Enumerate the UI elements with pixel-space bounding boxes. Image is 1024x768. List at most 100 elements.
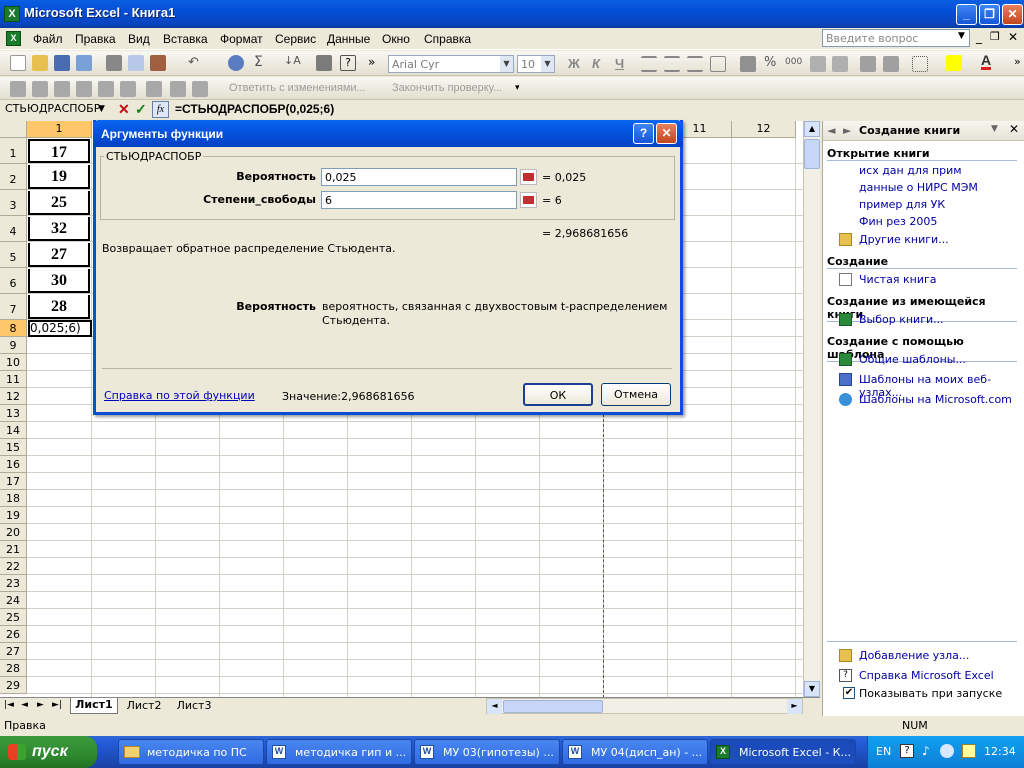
row-header[interactable]: 7 bbox=[0, 294, 27, 320]
review-icon-5[interactable] bbox=[98, 81, 114, 97]
cancel-formula-button[interactable]: ✕ bbox=[118, 101, 130, 118]
increase-indent-icon[interactable] bbox=[883, 56, 899, 72]
recent-file-1[interactable]: исх дан для прим bbox=[859, 164, 962, 177]
row-header[interactable]: 9 bbox=[0, 337, 27, 354]
taskbar-button-4[interactable]: МУ 04(дисп_ан) - ... bbox=[562, 739, 708, 765]
sheet-tab-3[interactable]: Лист3 bbox=[170, 699, 218, 712]
font-size-combo[interactable]: 10 ▼ bbox=[517, 55, 555, 73]
row-header[interactable]: 3 bbox=[0, 190, 27, 216]
scroll-left-arrow[interactable]: ◄ bbox=[487, 699, 502, 714]
merge-center-icon[interactable] bbox=[710, 56, 726, 72]
doc-minimize-icon[interactable]: _ bbox=[976, 30, 982, 44]
review-icon-4[interactable] bbox=[76, 81, 92, 97]
menu-data[interactable]: Данные bbox=[327, 32, 370, 46]
more-books-link[interactable]: Другие книги... bbox=[859, 233, 949, 246]
column-header[interactable]: 1 bbox=[27, 121, 92, 138]
row-header[interactable]: 21 bbox=[0, 541, 27, 558]
row-header[interactable]: 20 bbox=[0, 524, 27, 541]
reply-changes-button[interactable]: Ответить с изменениями... bbox=[229, 82, 366, 94]
formula-content[interactable]: =СТЬЮДРАСПОБР(0,025;6) bbox=[175, 102, 334, 116]
open-icon[interactable] bbox=[32, 55, 48, 71]
review-icon-9[interactable] bbox=[192, 81, 208, 97]
insert-function-button[interactable]: fx bbox=[152, 101, 169, 118]
undo-icon[interactable]: ↶ bbox=[188, 55, 204, 71]
spelling-icon[interactable] bbox=[150, 55, 166, 71]
data-cell[interactable]: 30 bbox=[28, 269, 90, 293]
scroll-down-arrow[interactable]: ▼ bbox=[804, 681, 820, 697]
data-cell[interactable]: 19 bbox=[28, 165, 90, 189]
row-header[interactable]: 6 bbox=[0, 268, 27, 294]
data-cell[interactable]: 25 bbox=[28, 191, 90, 215]
row-header[interactable]: 29 bbox=[0, 677, 27, 694]
row-header[interactable]: 11 bbox=[0, 371, 27, 388]
data-cell[interactable]: 32 bbox=[28, 217, 90, 241]
help-tray-icon[interactable]: ? bbox=[900, 744, 914, 758]
excel-help-link[interactable]: Справка Microsoft Excel bbox=[859, 669, 994, 682]
menu-format[interactable]: Формат bbox=[220, 32, 263, 46]
row-header[interactable]: 28 bbox=[0, 660, 27, 677]
probability-range-picker-icon[interactable] bbox=[520, 169, 537, 185]
horizontal-scrollbar[interactable]: ◄ ► bbox=[486, 698, 803, 714]
row-header[interactable]: 25 bbox=[0, 609, 27, 626]
data-cell[interactable]: 17 bbox=[28, 139, 90, 163]
network-icon[interactable] bbox=[940, 744, 954, 758]
dialog-close-button[interactable]: ✕ bbox=[656, 123, 677, 144]
more-buttons-icon[interactable]: » bbox=[368, 55, 375, 69]
next-sheet-icon[interactable]: ► bbox=[37, 700, 44, 710]
review-icon-8[interactable] bbox=[170, 81, 186, 97]
back-icon[interactable]: ◄ bbox=[827, 124, 835, 137]
task-pane-menu-icon[interactable]: ▼ bbox=[991, 124, 998, 134]
row-header[interactable]: 10 bbox=[0, 354, 27, 371]
review-icon-1[interactable] bbox=[10, 81, 26, 97]
data-cell[interactable]: 27 bbox=[28, 243, 90, 267]
row-header[interactable]: 8 bbox=[0, 320, 27, 337]
name-box-dropdown-icon[interactable]: ▼ bbox=[98, 104, 105, 114]
row-header[interactable]: 15 bbox=[0, 439, 27, 456]
recent-file-4[interactable]: Фин рез 2005 bbox=[859, 215, 937, 228]
horizontal-scroll-thumb[interactable] bbox=[503, 700, 603, 713]
underline-button[interactable]: Ч bbox=[615, 56, 624, 71]
dialog-title-bar[interactable]: Аргументы функции ? ✕ bbox=[93, 120, 683, 147]
ask-dropdown-icon[interactable]: ▼ bbox=[958, 31, 965, 41]
excel-app-icon[interactable]: X bbox=[4, 6, 20, 22]
row-header[interactable]: 18 bbox=[0, 490, 27, 507]
menu-insert[interactable]: Вставка bbox=[163, 32, 208, 46]
row-header[interactable]: 26 bbox=[0, 626, 27, 643]
fill-color-icon[interactable] bbox=[946, 55, 962, 71]
row-header[interactable]: 17 bbox=[0, 473, 27, 490]
save-icon[interactable] bbox=[54, 55, 70, 71]
select-all-corner[interactable] bbox=[0, 121, 27, 138]
menu-window[interactable]: Окно bbox=[382, 32, 410, 46]
row-header[interactable]: 19 bbox=[0, 507, 27, 524]
taskbar-button-2[interactable]: методичка гип и ... bbox=[266, 739, 412, 765]
ask-question-input[interactable]: Введите вопрос bbox=[822, 29, 970, 47]
close-button[interactable]: ✕ bbox=[1002, 4, 1023, 25]
choose-book-link[interactable]: Выбор книги... bbox=[859, 313, 944, 326]
toolbar-options-icon[interactable]: » bbox=[1014, 55, 1021, 68]
taskbar-button-3[interactable]: МУ 03(гипотезы) ... bbox=[414, 739, 560, 765]
row-header[interactable]: 5 bbox=[0, 242, 27, 268]
row-header[interactable]: 23 bbox=[0, 575, 27, 592]
thousands-icon[interactable]: 000 bbox=[785, 57, 802, 67]
active-cell[interactable]: 0,025;6) bbox=[28, 320, 92, 337]
first-sheet-icon[interactable]: |◄ bbox=[4, 700, 14, 710]
recent-file-3[interactable]: пример для УК bbox=[859, 198, 945, 211]
microsoft-templates-link[interactable]: Шаблоны на Microsoft.com bbox=[859, 393, 1012, 406]
end-review-button[interactable]: Закончить проверку... bbox=[392, 82, 502, 94]
preview-icon[interactable] bbox=[128, 55, 144, 71]
increase-decimal-icon[interactable] bbox=[810, 56, 826, 72]
row-header[interactable]: 13 bbox=[0, 405, 27, 422]
vertical-scroll-thumb[interactable] bbox=[804, 139, 820, 169]
doc-restore-icon[interactable]: ❐ bbox=[990, 30, 1000, 43]
font-color-icon[interactable]: A bbox=[981, 53, 992, 70]
currency-icon[interactable] bbox=[740, 56, 756, 72]
recent-file-2[interactable]: данные о НИРС МЭМ bbox=[859, 181, 978, 194]
blank-book-link[interactable]: Чистая книга bbox=[859, 273, 937, 286]
sort-icon[interactable]: ↓A bbox=[284, 54, 301, 70]
degrees-freedom-input[interactable]: 6 bbox=[321, 191, 517, 209]
review-icon-3[interactable] bbox=[54, 81, 70, 97]
data-cell[interactable]: 28 bbox=[28, 295, 90, 319]
bold-button[interactable]: Ж bbox=[568, 56, 580, 71]
menu-tools[interactable]: Сервис bbox=[275, 32, 316, 46]
scroll-right-arrow[interactable]: ► bbox=[787, 699, 802, 714]
